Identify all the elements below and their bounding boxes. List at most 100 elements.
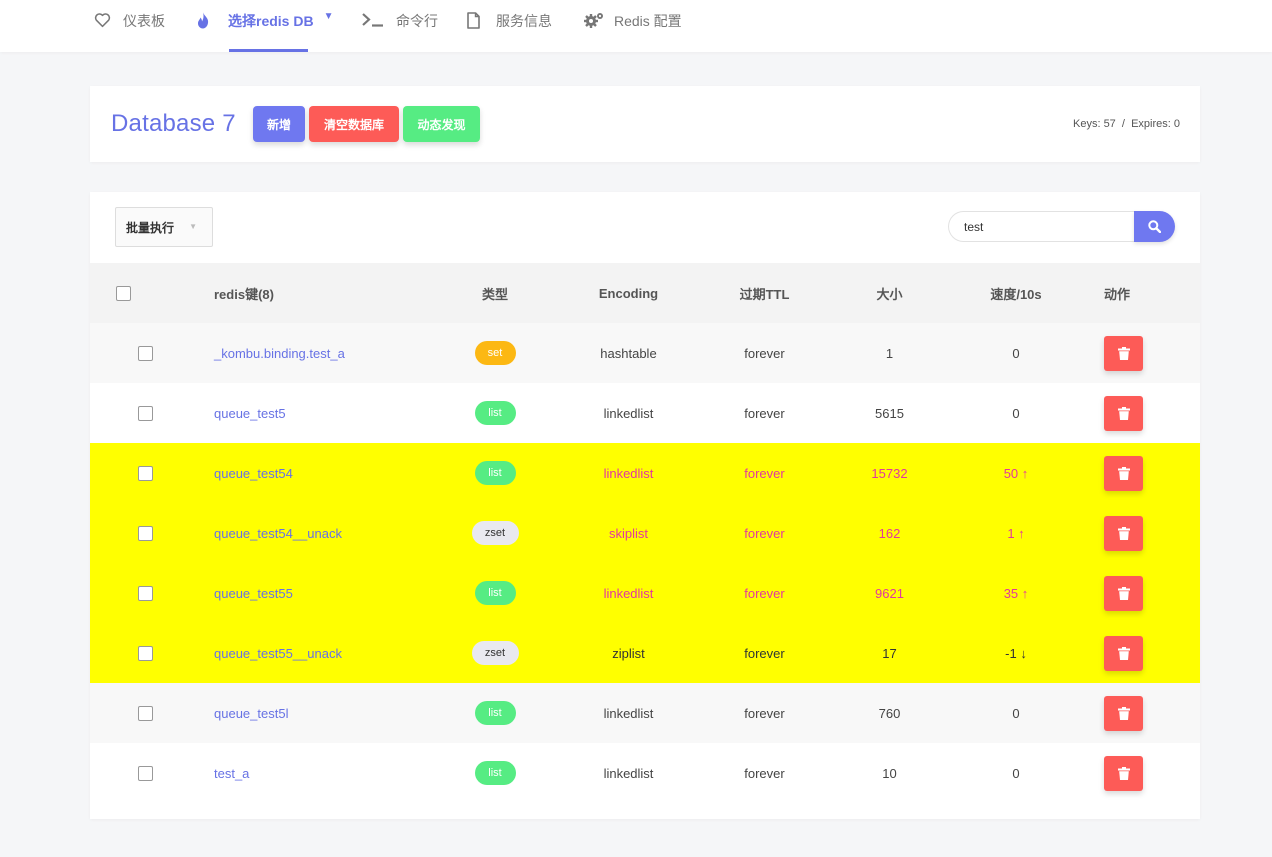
encoding-cell: linkedlist (560, 683, 697, 743)
ttl-cell: forever (697, 683, 832, 743)
row-checkbox[interactable] (137, 526, 153, 542)
batch-action-select[interactable]: 批量执行 ▼ (115, 207, 213, 247)
nav-item-label: Redis 配置 (614, 13, 682, 29)
key-name-cell: queue_test55__unack (200, 623, 430, 683)
column-header-ttl[interactable]: 过期TTL (697, 263, 832, 323)
column-header-speed[interactable]: 速度/10s (947, 263, 1085, 323)
key-name-link[interactable]: queue_test55 (214, 586, 293, 601)
row-select-cell (90, 383, 200, 443)
nav-item-redis-config[interactable]: Redis 配置 (583, 0, 682, 52)
size-cell: 162 (832, 503, 947, 563)
action-cell (1085, 683, 1200, 743)
size-cell: 17 (832, 623, 947, 683)
terminal-icon (362, 11, 384, 29)
size-cell: 1 (832, 323, 947, 383)
column-header-key[interactable]: redis键(8) (200, 263, 430, 323)
type-cell: zset (430, 623, 560, 683)
dynamic-discover-button[interactable]: 动态发现 (403, 106, 480, 142)
delete-key-button[interactable] (1104, 755, 1143, 791)
key-name-link[interactable]: queue_test5 (214, 406, 286, 421)
column-header-encoding[interactable]: Encoding (560, 263, 697, 323)
delete-key-button[interactable] (1104, 455, 1143, 491)
row-select-cell (90, 623, 200, 683)
select-all-checkbox[interactable] (116, 286, 131, 302)
batch-action-label: 批量执行 (126, 220, 175, 235)
key-name-cell: queue_test5 (200, 383, 430, 443)
delete-key-button[interactable] (1104, 695, 1143, 731)
delete-key-button[interactable] (1104, 335, 1143, 371)
action-cell (1085, 383, 1200, 443)
table-row: queue_test55 list linkedlist forever 962… (90, 563, 1200, 623)
table-row: queue_test5l list linkedlist forever 760… (90, 683, 1200, 743)
row-checkbox[interactable] (137, 406, 153, 422)
column-header-type[interactable]: 类型 (430, 263, 560, 323)
row-select-cell (90, 683, 200, 743)
key-name-link[interactable]: queue_test54__unack (214, 526, 342, 541)
encoding-cell: linkedlist (560, 383, 697, 443)
delete-key-button[interactable] (1104, 395, 1143, 431)
delete-key-button[interactable] (1104, 635, 1143, 671)
table-header-row: redis键(8) 类型 Encoding 过期TTL 大小 速度/10s 动作 (90, 263, 1200, 323)
size-cell: 9621 (832, 563, 947, 623)
delete-key-button[interactable] (1104, 515, 1143, 551)
key-name-cell: queue_test55 (200, 563, 430, 623)
row-checkbox[interactable] (137, 346, 153, 362)
table-row: queue_test54 list linkedlist forever 157… (90, 443, 1200, 503)
row-checkbox[interactable] (137, 586, 153, 602)
row-checkbox[interactable] (137, 706, 153, 722)
type-cell: list (430, 563, 560, 623)
speed-cell: 35 ↑ (947, 563, 1085, 623)
clear-database-button[interactable]: 清空数据库 (309, 106, 399, 142)
row-checkbox[interactable] (137, 466, 153, 482)
row-select-cell (90, 323, 200, 383)
search-button[interactable] (1134, 211, 1175, 242)
table-row: test_a list linkedlist forever 10 0 (90, 743, 1200, 803)
speed-cell: 1 ↑ (947, 503, 1085, 563)
ttl-cell: forever (697, 323, 832, 383)
keys-expires-stats: Keys: 57 / Expires: 0 (1073, 118, 1180, 130)
search-input[interactable] (948, 211, 1140, 242)
key-name-link[interactable]: queue_test54 (214, 466, 293, 481)
search-box (948, 211, 1175, 242)
search-icon (1148, 220, 1161, 233)
row-checkbox[interactable] (137, 766, 153, 782)
key-name-link[interactable]: _kombu.binding.test_a (214, 346, 345, 361)
nav-item-dashboard[interactable]: 仪表板 (93, 0, 165, 52)
action-cell (1085, 323, 1200, 383)
encoding-cell: linkedlist (560, 443, 697, 503)
key-name-cell: _kombu.binding.test_a (200, 323, 430, 383)
nav-item-label: 仪表板 (123, 13, 165, 29)
trash-icon (1117, 466, 1130, 480)
row-select-cell (90, 443, 200, 503)
trash-icon (1117, 586, 1130, 600)
nav-item-console[interactable]: 命令行 (362, 0, 438, 52)
ttl-cell: forever (697, 563, 832, 623)
size-cell: 10 (832, 743, 947, 803)
key-name-cell: test_a (200, 743, 430, 803)
nav-item-label: 选择redis DB (228, 13, 314, 29)
type-cell: list (430, 383, 560, 443)
column-header-size[interactable]: 大小 (832, 263, 947, 323)
type-badge: zset (471, 521, 519, 545)
add-key-button[interactable]: 新增 (253, 106, 305, 142)
table-row: _kombu.binding.test_a set hashtable fore… (90, 323, 1200, 383)
keys-table: redis键(8) 类型 Encoding 过期TTL 大小 速度/10s 动作… (90, 263, 1200, 803)
size-cell: 15732 (832, 443, 947, 503)
caret-down-icon: ▼ (189, 222, 197, 231)
type-badge: list (474, 701, 516, 725)
key-name-link[interactable]: test_a (214, 766, 249, 781)
key-name-link[interactable]: queue_test5l (214, 706, 288, 721)
delete-key-button[interactable] (1104, 575, 1143, 611)
nav-item-select-db[interactable]: 选择redis DB ▼ (196, 0, 333, 52)
action-cell (1085, 503, 1200, 563)
ttl-cell: forever (697, 623, 832, 683)
type-cell: list (430, 443, 560, 503)
trash-icon (1117, 646, 1130, 660)
key-name-link[interactable]: queue_test55__unack (214, 646, 342, 661)
type-cell: list (430, 743, 560, 803)
encoding-cell: hashtable (560, 323, 697, 383)
row-select-cell (90, 503, 200, 563)
ttl-cell: forever (697, 443, 832, 503)
row-checkbox[interactable] (137, 646, 153, 662)
nav-item-server-info[interactable]: 服务信息 (466, 0, 552, 52)
